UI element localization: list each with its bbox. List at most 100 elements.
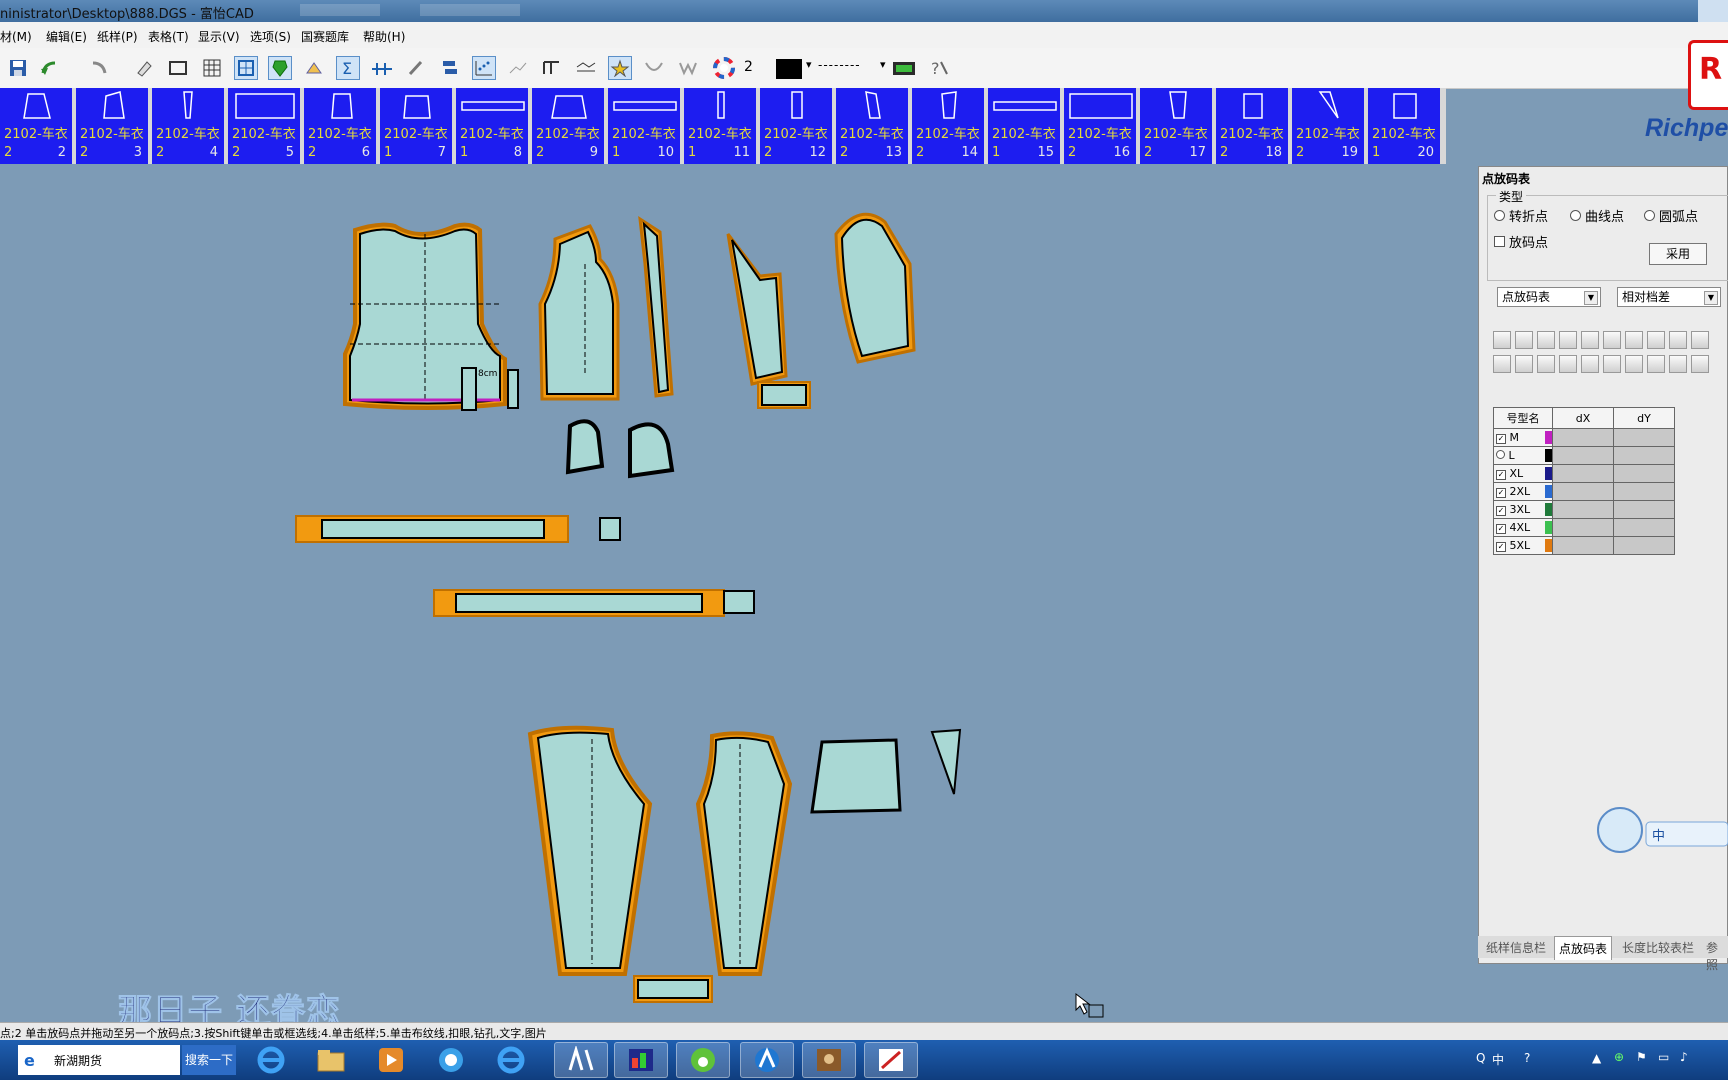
mirror-xy-icon[interactable]: [1625, 331, 1643, 349]
size-dy-cell[interactable]: [1613, 500, 1675, 519]
equal-dist-icon[interactable]: [1603, 355, 1621, 373]
menu-contest[interactable]: 国赛题库: [301, 28, 349, 45]
ime-floating-widget[interactable]: 中: [1596, 806, 1728, 854]
check-icon[interactable]: ✓: [1496, 434, 1506, 444]
music-app-icon[interactable]: [676, 1042, 730, 1078]
size-row[interactable]: L: [1493, 446, 1675, 465]
tray-network-icon[interactable]: ▭: [1658, 1050, 1669, 1064]
media-player-icon[interactable]: [364, 1042, 418, 1078]
save-icon[interactable]: [6, 56, 30, 80]
piece-thumbnail[interactable]: 2102-车衣 1 20: [1368, 88, 1442, 164]
chart-app-icon[interactable]: [614, 1042, 668, 1078]
grade-point-checkbox[interactable]: 放码点: [1494, 232, 1548, 251]
menu-help[interactable]: 帮助(H): [363, 28, 405, 45]
layer-value[interactable]: 2: [744, 59, 753, 75]
piece-thumbnail[interactable]: 2102-车衣 2 4: [152, 88, 226, 164]
bracket-icon[interactable]: [540, 56, 564, 80]
tray-ime-icon[interactable]: Q: [1476, 1051, 1485, 1065]
paste-icon[interactable]: [1515, 331, 1533, 349]
grid-icon[interactable]: [200, 56, 224, 80]
color-swatch[interactable]: [776, 59, 802, 79]
rotate-icon[interactable]: [1647, 355, 1665, 373]
radio-arc-point[interactable]: 圆弧点: [1644, 206, 1698, 225]
stretch-icon[interactable]: [574, 56, 598, 80]
taskbar-search-box[interactable]: e 新湖期货: [18, 1045, 180, 1075]
apply-button[interactable]: 采用: [1649, 243, 1707, 265]
equal-width-icon[interactable]: [1625, 355, 1643, 373]
work-area[interactable]: 8cm: [0, 164, 1478, 1024]
tab-grading-table[interactable]: 点放码表: [1554, 936, 1613, 960]
mirror-x-icon[interactable]: [1581, 331, 1599, 349]
fill-pattern-icon[interactable]: [268, 56, 292, 80]
piece-thumbnail[interactable]: 2102-车衣 2 16: [1064, 88, 1138, 164]
tab-reference[interactable]: 参照: [1706, 939, 1728, 973]
piece-thumbnail[interactable]: 2102-车衣 2 9: [532, 88, 606, 164]
copy-x-icon[interactable]: [1537, 331, 1555, 349]
star-pattern-icon[interactable]: [608, 56, 632, 80]
size-row[interactable]: ✓ M: [1493, 428, 1675, 447]
tray-volume-icon[interactable]: ♪: [1680, 1050, 1688, 1064]
size-row[interactable]: ✓ 5XL: [1493, 536, 1675, 555]
undo-icon[interactable]: [38, 56, 62, 80]
measure-icon[interactable]: [370, 56, 394, 80]
equal-y-icon[interactable]: [1559, 355, 1577, 373]
piece-thumbnail[interactable]: 2102-车衣 2 19: [1292, 88, 1366, 164]
lines-icon[interactable]: [1691, 355, 1709, 373]
line-style[interactable]: --------: [818, 58, 861, 72]
piece-thumbnail[interactable]: 2102-车衣 2 2: [0, 88, 74, 164]
tray-add-icon[interactable]: ⊕: [1614, 1050, 1624, 1064]
tray-ime-label[interactable]: 中: [1492, 1051, 1504, 1068]
prev-icon[interactable]: [1493, 355, 1511, 373]
table-icon[interactable]: [1669, 331, 1687, 349]
align-right-icon[interactable]: [1581, 355, 1599, 373]
tab-pattern-info[interactable]: 纸样信息栏: [1486, 939, 1546, 956]
tray-flag-icon[interactable]: ⚑: [1636, 1050, 1647, 1064]
check-icon[interactable]: ✓: [1496, 506, 1506, 516]
size-dy-cell[interactable]: [1613, 518, 1675, 537]
piece-thumbnail[interactable]: 2102-车衣 2 14: [912, 88, 986, 164]
piece-thumbnail[interactable]: 2102-车衣 2 6: [304, 88, 378, 164]
film-icon[interactable]: [892, 56, 916, 80]
size-dx-cell[interactable]: [1552, 518, 1614, 537]
piece-thumbnail[interactable]: 2102-车衣 1 15: [988, 88, 1062, 164]
size-row[interactable]: ✓ XL: [1493, 464, 1675, 483]
photo-app-icon[interactable]: [802, 1042, 856, 1078]
size-row[interactable]: ✓ 2XL: [1493, 482, 1675, 501]
base-size-radio-icon[interactable]: [1496, 450, 1505, 459]
search-button[interactable]: 搜索一下: [182, 1045, 236, 1075]
piece-thumbnail[interactable]: 2102-车衣 1 11: [684, 88, 758, 164]
menu-edit[interactable]: 编辑(E): [46, 28, 87, 45]
color-dropdown-icon[interactable]: ▾: [806, 58, 812, 71]
tab-length-compare[interactable]: 长度比较表栏: [1622, 939, 1694, 956]
chart-icon[interactable]: [506, 56, 530, 80]
assistant-app-icon[interactable]: [740, 1042, 794, 1078]
browser-360-icon[interactable]: [424, 1042, 478, 1078]
check-icon[interactable]: ✓: [1496, 542, 1506, 552]
piece-thumbnail[interactable]: 2102-车衣 1 7: [380, 88, 454, 164]
ie-browser-2-icon[interactable]: [484, 1042, 538, 1078]
curve-icon[interactable]: [642, 56, 666, 80]
window-corner[interactable]: [1698, 0, 1728, 22]
tray-expand-icon[interactable]: ▲: [1592, 1051, 1601, 1065]
select-pattern-icon[interactable]: [234, 56, 258, 80]
piece-thumbnail[interactable]: 2102-车衣 1 10: [608, 88, 682, 164]
menu-table[interactable]: 表格(T): [148, 28, 189, 45]
menu-material[interactable]: 材(M): [0, 28, 32, 45]
sigma-icon[interactable]: Σ: [336, 56, 360, 80]
size-dx-cell[interactable]: [1552, 428, 1614, 447]
piece-thumbnail[interactable]: 2102-车衣 2 5: [228, 88, 302, 164]
size-dx-cell[interactable]: [1552, 446, 1614, 465]
cad-app-icon[interactable]: [554, 1042, 608, 1078]
explorer-folder-icon[interactable]: [304, 1042, 358, 1078]
move-piece-icon[interactable]: [302, 56, 326, 80]
list-icon[interactable]: [1691, 331, 1709, 349]
check-icon[interactable]: ✓: [1496, 470, 1506, 480]
size-dy-cell[interactable]: [1613, 464, 1675, 483]
size-dx-cell[interactable]: [1552, 536, 1614, 555]
size-dy-cell[interactable]: [1613, 536, 1675, 555]
size-dx-cell[interactable]: [1552, 464, 1614, 483]
line-dropdown-icon[interactable]: ▾: [880, 58, 886, 71]
help-icon[interactable]: ?: [928, 56, 952, 80]
equal-x-icon[interactable]: [1537, 355, 1555, 373]
piece-thumbnail[interactable]: 2102-车衣 1 8: [456, 88, 530, 164]
